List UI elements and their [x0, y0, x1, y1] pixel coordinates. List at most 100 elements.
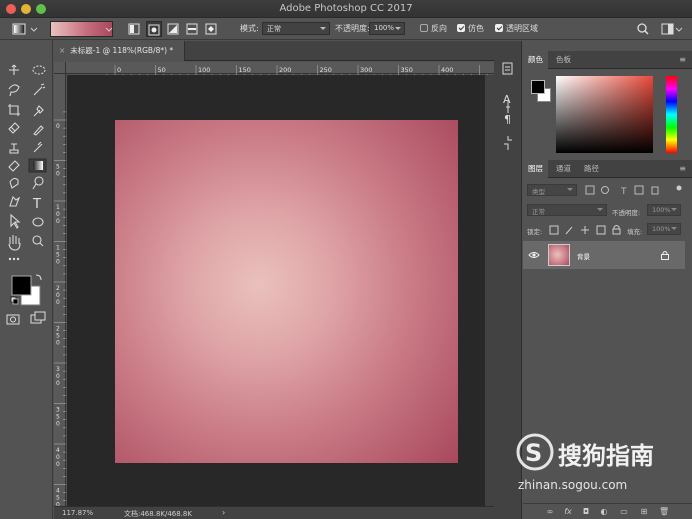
ruler-v-label: 4: [56, 447, 60, 454]
clone-stamp-tool-icon[interactable]: [7, 140, 21, 154]
path-selection-tool-icon[interactable]: [7, 215, 21, 229]
fill-input[interactable]: 100%: [647, 223, 681, 235]
search-icon[interactable]: [636, 21, 650, 37]
more-tools-icon[interactable]: [7, 252, 21, 266]
transparency-label: 透明区域: [506, 24, 538, 33]
new-layer-icon[interactable]: ⊞: [639, 507, 649, 517]
new-group-icon[interactable]: ▭: [619, 507, 629, 517]
tab-paths[interactable]: 路径: [579, 160, 604, 178]
layer-blend-mode-select[interactable]: 正常: [527, 204, 607, 216]
document-tab[interactable]: × 未标题-1 @ 118%(RGB/8*) *: [54, 41, 185, 61]
move-tool-icon[interactable]: [7, 63, 21, 77]
magic-wand-tool-icon[interactable]: [32, 82, 46, 96]
eyedropper-tool-icon[interactable]: [32, 102, 46, 116]
status-menu-icon[interactable]: ›: [222, 508, 225, 517]
dither-label: 仿色: [468, 24, 484, 33]
ruler-v-label: 0: [56, 373, 60, 380]
link-layers-icon[interactable]: ∞: [545, 507, 555, 517]
ruler-h-label: 150: [239, 66, 251, 74]
angle-gradient-button[interactable]: [166, 21, 180, 37]
paragraph-panel-icon[interactable]: [503, 113, 513, 123]
default-colors-icon[interactable]: [10, 296, 19, 305]
background-color-swatch[interactable]: [26, 292, 40, 306]
tab-channels[interactable]: 通道: [551, 160, 576, 178]
delete-layer-icon[interactable]: 🗑: [659, 507, 669, 517]
color-field[interactable]: [556, 76, 653, 153]
character-panel-icon[interactable]: [503, 93, 513, 103]
ruler-v-label: 0: [56, 380, 60, 387]
brush-tool-icon[interactable]: [32, 121, 46, 135]
ruler-v-label: 0: [56, 454, 60, 461]
radial-gradient-button[interactable]: [146, 21, 162, 37]
fx-icon[interactable]: fx: [563, 507, 573, 517]
transparency-checkbox[interactable]: 透明区域: [495, 23, 538, 34]
window-title: Adobe Photoshop CC 2017: [279, 3, 413, 14]
ruler-origin[interactable]: [54, 62, 66, 74]
adjustment-layer-icon[interactable]: ◐: [599, 507, 609, 517]
tab-color[interactable]: 颜色: [523, 51, 548, 69]
layer-opacity-input[interactable]: 100%: [647, 204, 681, 216]
mode-select[interactable]: 正常: [262, 22, 330, 35]
ruler-h-label: 400: [441, 66, 453, 74]
opacity-input[interactable]: 100%: [369, 22, 405, 35]
ruler-v-label: 3: [56, 407, 60, 414]
svg-text:S: S: [525, 439, 542, 467]
layer-lock-icon: [661, 251, 669, 260]
tab-swatches[interactable]: 色板: [551, 51, 576, 69]
crop-tool-icon[interactable]: [7, 102, 21, 116]
ruler-v-label: 5: [56, 414, 60, 421]
linear-gradient-button[interactable]: [127, 21, 141, 37]
pen-tool-icon[interactable]: [7, 196, 21, 210]
layer-filter-select[interactable]: 类型: [527, 184, 577, 196]
canvas-pasteboard[interactable]: [67, 75, 485, 506]
zoom-level[interactable]: 117.87%: [62, 509, 93, 517]
horizontal-ruler[interactable]: 0 50 100 150 200 250 300 350 400: [66, 62, 494, 77]
screen-mode-icon[interactable]: [30, 311, 46, 325]
reflected-gradient-button[interactable]: [185, 21, 199, 37]
dodge-tool-icon[interactable]: [32, 178, 46, 192]
dither-checkbox[interactable]: 仿色: [457, 23, 484, 34]
ruler-v-label: 1: [56, 204, 60, 211]
adjust-panel-icon[interactable]: [503, 137, 513, 147]
hand-tool-icon[interactable]: [7, 234, 21, 248]
gradient-tool-icon[interactable]: [30, 158, 47, 172]
layer-name[interactable]: 背景: [577, 251, 590, 261]
gradient-picker-dropdown[interactable]: [103, 21, 115, 37]
type-tool-icon[interactable]: [32, 196, 46, 210]
tab-layers[interactable]: 图层: [523, 160, 548, 178]
layers-panel-tabs: 图层 通道 路径 ≡: [523, 160, 692, 178]
add-mask-icon[interactable]: ◘: [581, 507, 591, 517]
ruler-h-label: 350: [401, 66, 413, 74]
color-fg-swatch[interactable]: [531, 80, 545, 94]
ruler-v-label: 0: [56, 421, 60, 428]
diamond-gradient-button[interactable]: [204, 21, 218, 37]
layer-row[interactable]: 背景: [523, 241, 685, 269]
document-tab-bar: × 未标题-1 @ 118%(RGB/8*) *: [54, 41, 494, 61]
lasso-tool-icon[interactable]: [7, 82, 21, 96]
marquee-tool-icon[interactable]: [32, 63, 46, 77]
workspace-switcher-icon[interactable]: [660, 21, 684, 37]
eraser-tool-icon[interactable]: [7, 159, 21, 173]
reverse-checkbox[interactable]: 反向: [420, 23, 447, 34]
history-panel-icon[interactable]: [503, 61, 513, 71]
zoom-tool-icon[interactable]: [32, 234, 46, 248]
hue-slider[interactable]: [666, 76, 677, 153]
tool-preset-picker[interactable]: [10, 21, 40, 37]
color-panel-menu-icon[interactable]: ≡: [679, 55, 686, 64]
ruler-h-label: 300: [360, 66, 372, 74]
doc-info[interactable]: 文档:468.8K/468.8K: [124, 509, 192, 519]
ruler-h-label: 50: [158, 66, 166, 74]
vertical-scrollbar[interactable]: [485, 75, 494, 506]
sogou-watermark: S 搜狗指南 zhinan.sogou.com: [513, 432, 689, 494]
eye-icon[interactable]: [528, 250, 540, 260]
quick-mask-icon[interactable]: [6, 313, 20, 327]
swap-colors-icon[interactable]: [35, 273, 43, 281]
healing-brush-tool-icon[interactable]: [7, 121, 21, 135]
blur-tool-icon[interactable]: [7, 178, 21, 192]
ellipse-tool-icon[interactable]: [32, 215, 46, 229]
layers-panel-menu-icon[interactable]: ≡: [679, 164, 686, 173]
history-brush-tool-icon[interactable]: [32, 140, 46, 154]
vertical-ruler[interactable]: 050100150200250300350400450: [54, 74, 66, 509]
close-tab-icon[interactable]: ×: [59, 46, 65, 55]
canvas-image[interactable]: [115, 120, 458, 463]
